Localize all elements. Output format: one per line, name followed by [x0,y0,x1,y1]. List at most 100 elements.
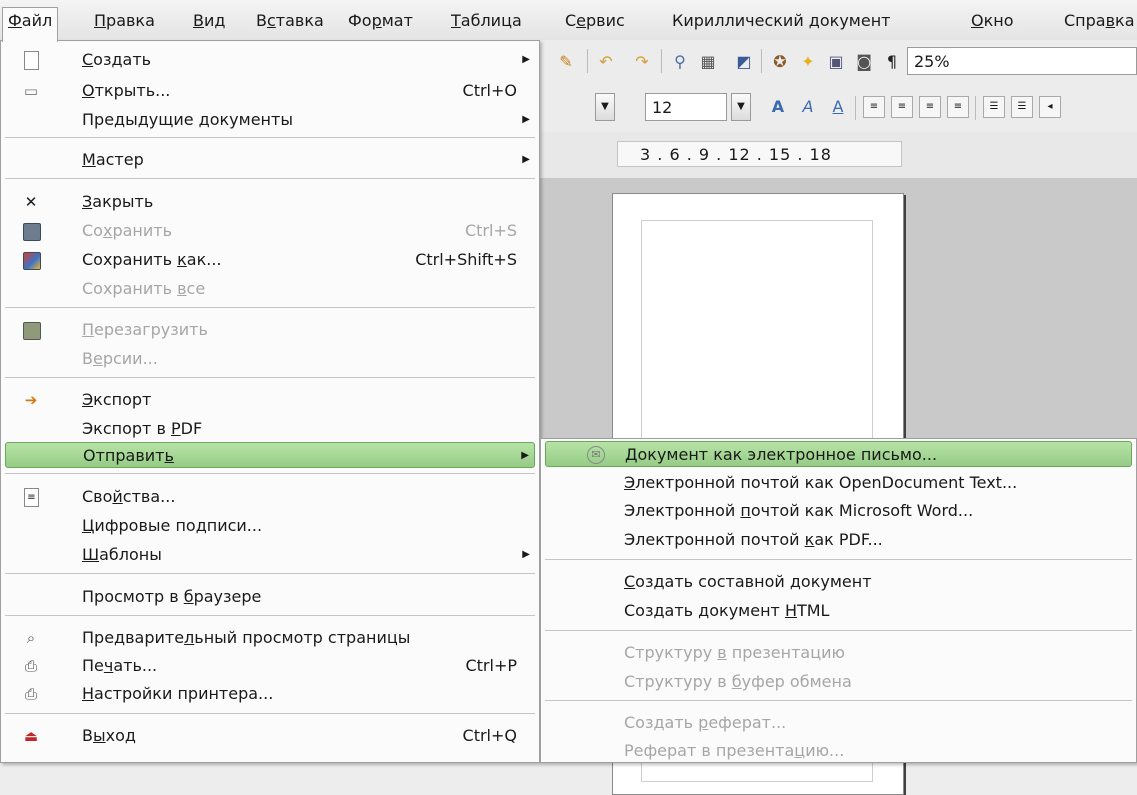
menu-item-properties[interactable]: ≡ Свойства... [5,484,535,510]
submenu-item-create-autoabstract[interactable]: Создать реферат... [545,710,1132,736]
submenu-arrow-icon: ▶ [521,450,529,461]
menu-item-print[interactable]: ⎙ Печать... Ctrl+P [5,653,535,679]
menu-item-label: Закрыть [82,192,154,211]
menu-item-label: Электронной почтой как PDF... [624,530,883,549]
shortcut-label: Ctrl+Shift+S [415,250,517,269]
menu-item-close[interactable]: ✕ Закрыть [5,189,535,215]
standard-toolbar: ✎ ↶ ↷ ⚲ ▦ ◩ ✪ ✦ ▣ ◙ ¶ 25% [535,40,1137,83]
submenu-item-email-as-odt[interactable]: Электронной почтой как OpenDocument Text… [545,470,1132,496]
menu-item-label: Реферат в презентацию... [624,741,845,760]
draw-icon[interactable]: ◩ [733,51,755,73]
menu-cyrillic-document[interactable]: Кириллический документ [667,8,895,34]
new-document-icon [24,51,39,70]
hyperlink-icon[interactable]: ⚲ [669,51,691,73]
menubar: Файл Правка Вид Вставка Формат Таблица С… [0,0,1137,42]
formatting-marks-icon[interactable]: ¶ [881,51,903,73]
menu-separator [5,307,535,308]
menu-format[interactable]: Формат [343,8,418,34]
paintbrush-icon[interactable]: ✎ [555,51,577,73]
menu-item-digital-signatures[interactable]: Цифровые подписи... [5,513,535,539]
menu-view[interactable]: Вид [188,8,230,34]
menu-item-label: Создать [82,50,152,69]
menu-separator [545,630,1132,631]
menu-help[interactable]: Справка [1059,8,1137,34]
menu-item-label: Сохранить все [82,279,206,298]
justify-icon[interactable]: ≡ [947,96,969,118]
bold-icon[interactable]: A [767,96,789,118]
menu-item-save[interactable]: Сохранить Ctrl+S [5,218,535,244]
menu-item-templates[interactable]: Шаблоны ▶ [5,542,535,568]
table-icon[interactable]: ▦ [697,51,719,73]
menu-item-preview-in-browser[interactable]: Просмотр в браузере [5,584,535,610]
printer-settings-icon: ⎙ [24,685,37,703]
menu-item-label: Структуру в буфер обмена [624,672,852,691]
menu-item-recent-documents[interactable]: Предыдущие документы ▶ [5,107,535,133]
menu-tools[interactable]: Сервис [560,8,630,34]
font-name-dropdown-icon[interactable]: ▼ [595,93,615,121]
ruler-scale[interactable]: 3 . 6 . 9 . 12 . 15 . 18 [617,141,902,167]
navigator-icon[interactable]: ✪ [769,51,791,73]
undo-icon[interactable]: ↶ [595,51,617,73]
menu-edit[interactable]: Правка [89,8,160,34]
horizontal-ruler: 3 . 6 . 9 . 12 . 15 . 18 [535,132,1137,179]
menu-item-wizards[interactable]: Мастер ▶ [5,147,535,173]
menu-item-save-as[interactable]: Сохранить как... Ctrl+Shift+S [5,247,535,273]
submenu-item-create-master-document[interactable]: Создать составной документ [545,569,1132,595]
align-right-icon[interactable]: ≡ [919,96,941,118]
menu-item-label: Цифровые подписи... [82,516,263,535]
styles-icon[interactable]: ◙ [853,51,875,73]
align-left-icon[interactable]: ≡ [863,96,885,118]
menu-file[interactable]: Файл [2,7,59,42]
menu-item-label: Открыть... [82,81,171,100]
menu-item-page-preview[interactable]: ⌕ Предварительный просмотр страницы [5,625,535,651]
italic-icon[interactable]: A [797,96,819,118]
zoom-field[interactable]: 25% [907,47,1137,75]
submenu-item-outline-to-clipboard[interactable]: Структуру в буфер обмена [545,669,1132,695]
menu-item-label: Структуру в презентацию [624,643,845,662]
submenu-item-email-as-pdf[interactable]: Электронной почтой как PDF... [545,527,1132,553]
numbering-icon[interactable]: ☰ [983,96,1005,118]
menu-item-exit[interactable]: ⏏ Выход Ctrl+Q [5,723,535,749]
decrease-indent-icon[interactable]: ◂ [1039,96,1061,118]
menu-window[interactable]: Окно [966,8,1019,34]
menu-table[interactable]: Таблица [446,8,527,34]
menu-item-label: Настройки принтера... [82,684,274,703]
menu-item-printer-settings[interactable]: ⎙ Настройки принтера... [5,681,535,707]
underline-icon[interactable]: A [827,96,849,118]
menu-item-versions[interactable]: Версии... [5,346,535,372]
menu-item-label: Создать составной документ [624,572,872,591]
menu-separator [5,377,535,378]
gallery-icon[interactable]: ✦ [797,51,819,73]
menu-item-label: Документ как электронное письмо... [625,445,938,464]
menu-item-send[interactable]: Отправить ▶ [5,442,535,468]
submenu-arrow-icon: ▶ [522,154,530,165]
submenu-item-outline-to-presentation[interactable]: Структуру в презентацию [545,640,1132,666]
menu-item-export[interactable]: ➔ Экспорт [5,387,535,413]
submenu-item-document-as-email[interactable]: ✉ Документ как электронное письмо... [545,441,1132,467]
align-center-icon[interactable]: ≡ [891,96,913,118]
redo-icon[interactable]: ↷ [631,51,653,73]
menu-item-reload[interactable]: Перезагрузить [5,317,535,343]
font-size-field[interactable]: 12 [645,93,727,121]
menu-item-label: Мастер [82,150,144,169]
menu-item-save-all[interactable]: Сохранить все [5,276,535,302]
menu-item-new[interactable]: Создать ▶ [5,47,535,73]
submenu-item-create-html-document[interactable]: Создать документ HTML [545,598,1132,624]
menu-item-label: Выход [82,726,136,745]
toolbar-separator [855,96,856,120]
data-sources-icon[interactable]: ▣ [825,51,847,73]
menu-item-label: Сохранить [82,221,173,240]
mail-icon: ✉ [587,446,605,464]
bullets-icon[interactable]: ☰ [1011,96,1033,118]
menu-item-label: Версии... [82,349,158,368]
menu-item-export-pdf[interactable]: Экспорт в PDF [5,416,535,442]
submenu-item-email-as-word[interactable]: Электронной почтой как Microsoft Word... [545,498,1132,524]
menu-item-open[interactable]: ▭ Открыть... Ctrl+O [5,78,535,104]
font-size-dropdown-icon[interactable]: ▼ [731,93,751,121]
menu-separator [5,137,535,138]
properties-icon: ≡ [24,488,39,507]
submenu-item-autoabstract-to-presentation[interactable]: Реферат в презентацию... [545,738,1132,764]
menu-insert[interactable]: Вставка [251,8,329,34]
toolbar-separator [975,96,976,120]
exit-icon: ⏏ [23,727,39,745]
